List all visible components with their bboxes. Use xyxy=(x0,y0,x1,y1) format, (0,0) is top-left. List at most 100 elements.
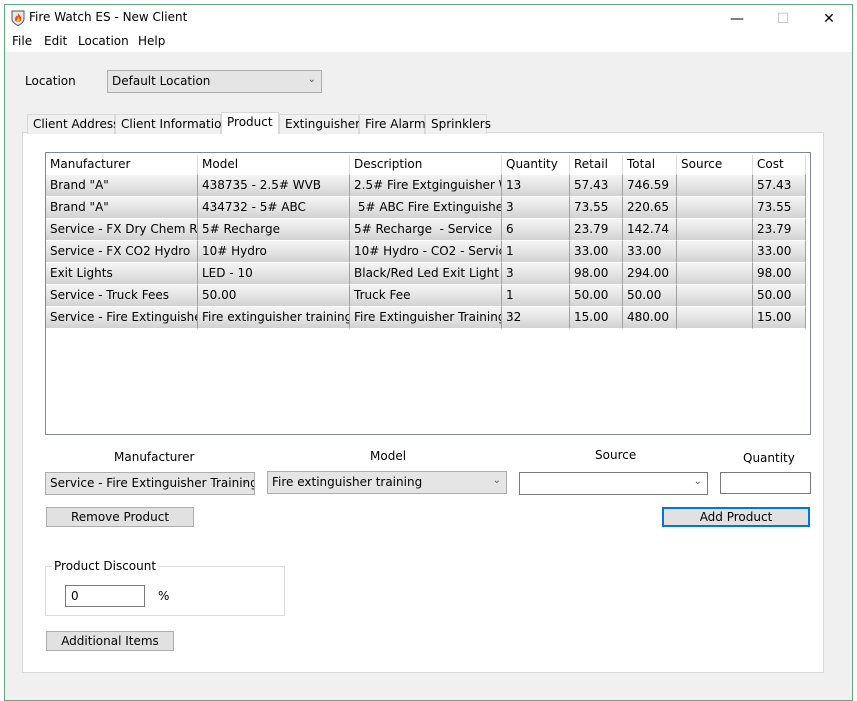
tab-fire-alarm[interactable]: Fire Alarm xyxy=(359,114,426,134)
cell-retail: 15.00 xyxy=(570,307,623,329)
cell-total: 294.00 xyxy=(623,263,677,285)
cell-manufacturer: Service - FX Dry Chem Rec... xyxy=(46,219,198,241)
menu-file[interactable]: File xyxy=(8,33,36,49)
table-row[interactable]: Brand "A" 438735 - 2.5# WVB 2.5# Fire Extg… xyxy=(46,175,806,197)
tab-client-information[interactable]: Client Information xyxy=(115,114,229,134)
cell-total: 480.00 xyxy=(623,307,677,329)
cell-source xyxy=(677,263,753,285)
cell-quantity: 3 xyxy=(502,197,570,219)
percent-label: % xyxy=(158,589,170,603)
add-product-button[interactable]: Add Product xyxy=(662,507,810,527)
column-header-manufacturer[interactable]: Manufacturer xyxy=(46,155,198,175)
source-label: Source xyxy=(595,448,637,462)
cell-model: 10# Hydro xyxy=(198,241,350,263)
grid-header: Manufacturer Model Description Quantity … xyxy=(46,155,806,175)
product-discount-title: Product Discount xyxy=(52,559,159,573)
tab-extinguishers[interactable]: Extinguishers xyxy=(279,114,366,134)
cell-retail: 57.43 xyxy=(570,175,623,197)
cell-cost: 33.00 xyxy=(753,241,806,263)
additional-items-button[interactable]: Additional Items xyxy=(46,631,174,651)
manufacturer-label: Manufacturer xyxy=(114,450,195,464)
cell-retail: 50.00 xyxy=(570,285,623,307)
discount-value: 0 xyxy=(71,589,79,603)
cell-source xyxy=(677,219,753,241)
cell-retail: 98.00 xyxy=(570,263,623,285)
cell-description: 5# Recharge - Service xyxy=(350,219,502,241)
cell-model: 50.00 xyxy=(198,285,350,307)
cell-quantity: 1 xyxy=(502,241,570,263)
cell-total: 33.00 xyxy=(623,241,677,263)
column-header-total[interactable]: Total xyxy=(623,155,677,175)
manufacturer-value: Service - Fire Extinguisher Training xyxy=(50,476,255,490)
source-dropdown[interactable]: ⌄ xyxy=(519,472,708,495)
manufacturer-dropdown[interactable]: Service - Fire Extinguisher Training ⌄ xyxy=(45,472,255,495)
close-button[interactable]: ✕ xyxy=(806,5,852,32)
table-row[interactable]: Service - FX CO2 Hydro 10# Hydro 10# Hydro… xyxy=(46,241,806,263)
cell-manufacturer: Service - Truck Fees xyxy=(46,285,198,307)
table-row[interactable]: Exit Lights LED - 10 Black/Red Led Exit Li… xyxy=(46,263,806,285)
cell-manufacturer: Service - Fire Extinguisher ... xyxy=(46,307,198,329)
cell-description: Truck Fee xyxy=(350,285,502,307)
cell-source xyxy=(677,175,753,197)
cell-description: Black/Red Led Exit Light C... xyxy=(350,263,502,285)
table-row[interactable]: Brand "A" 434732 - 5# ABC 5# ABC Fire Ext… xyxy=(46,197,806,219)
cell-quantity: 13 xyxy=(502,175,570,197)
column-header-quantity[interactable]: Quantity xyxy=(502,155,570,175)
fire-shield-icon xyxy=(11,10,25,26)
cell-model: 434732 - 5# ABC xyxy=(198,197,350,219)
cell-description: 2.5# Fire Extginguisher W... xyxy=(350,175,502,197)
table-row[interactable]: Service - Truck Fees 50.00 Truck Fee 1 50.00… xyxy=(46,285,806,307)
column-header-model[interactable]: Model xyxy=(198,155,350,175)
maximize-button[interactable]: ☐ xyxy=(760,5,806,32)
location-label: Location xyxy=(25,74,76,88)
tab-label: Fire Alarm xyxy=(365,117,426,131)
menu-location[interactable]: Location xyxy=(74,33,133,49)
discount-input[interactable]: 0 xyxy=(65,585,145,607)
chevron-down-icon: ⌄ xyxy=(492,475,501,486)
table-row[interactable]: Service - FX Dry Chem Rec...5# Recharge5… xyxy=(46,219,806,241)
model-value: Fire extinguisher training xyxy=(272,475,423,489)
cell-cost: 50.00 xyxy=(753,285,806,307)
model-dropdown[interactable]: Fire extinguisher training ⌄ xyxy=(267,471,507,494)
location-value: Default Location xyxy=(112,74,211,88)
menu-bar: File Edit Location Help xyxy=(5,32,852,52)
chevron-down-icon: ⌄ xyxy=(307,74,316,85)
tab-product[interactable]: Product xyxy=(221,112,279,134)
column-header-retail[interactable]: Retail xyxy=(570,155,623,175)
menu-help[interactable]: Help xyxy=(134,33,169,49)
tab-client-address[interactable]: Client Address xyxy=(27,114,119,134)
cell-cost: 73.55 xyxy=(753,197,806,219)
tab-sprinklers[interactable]: Sprinklers xyxy=(425,114,491,134)
chevron-down-icon: ⌄ xyxy=(240,476,249,487)
cell-total: 50.00 xyxy=(623,285,677,307)
title-bar: Fire Watch ES - New Client — ☐ ✕ xyxy=(5,5,852,32)
cell-quantity: 32 xyxy=(502,307,570,329)
tab-label: Client Address xyxy=(33,117,120,131)
location-dropdown[interactable]: Default Location ⌄ xyxy=(107,70,322,93)
cell-total: 142.74 xyxy=(623,219,677,241)
cell-description: 10# Hydro - CO2 - Service xyxy=(350,241,502,263)
cell-source xyxy=(677,241,753,263)
cell-retail: 23.79 xyxy=(570,219,623,241)
column-header-source[interactable]: Source xyxy=(677,155,753,175)
minimize-icon: — xyxy=(730,10,744,27)
minimize-button[interactable]: — xyxy=(714,5,760,32)
column-header-description[interactable]: Description xyxy=(350,155,502,175)
maximize-icon: ☐ xyxy=(776,10,790,27)
products-grid[interactable]: Manufacturer Model Description Quantity … xyxy=(45,152,811,435)
cell-manufacturer: Exit Lights xyxy=(46,263,198,285)
close-icon: ✕ xyxy=(823,10,835,27)
cell-total: 746.59 xyxy=(623,175,677,197)
cell-manufacturer: Service - FX CO2 Hydro xyxy=(46,241,198,263)
cell-model: 438735 - 2.5# WVB xyxy=(198,175,350,197)
column-header-cost[interactable]: Cost xyxy=(753,155,806,175)
quantity-input[interactable] xyxy=(720,472,811,494)
tab-label: Extinguishers xyxy=(285,117,367,131)
cell-description: Fire Extinguisher Training ... xyxy=(350,307,502,329)
table-row[interactable]: Service - Fire Extinguisher ...Fire exti… xyxy=(46,307,806,329)
menu-edit[interactable]: Edit xyxy=(40,33,71,49)
remove-product-button[interactable]: Remove Product xyxy=(46,507,194,527)
cell-cost: 23.79 xyxy=(753,219,806,241)
cell-retail: 73.55 xyxy=(570,197,623,219)
cell-quantity: 3 xyxy=(502,263,570,285)
